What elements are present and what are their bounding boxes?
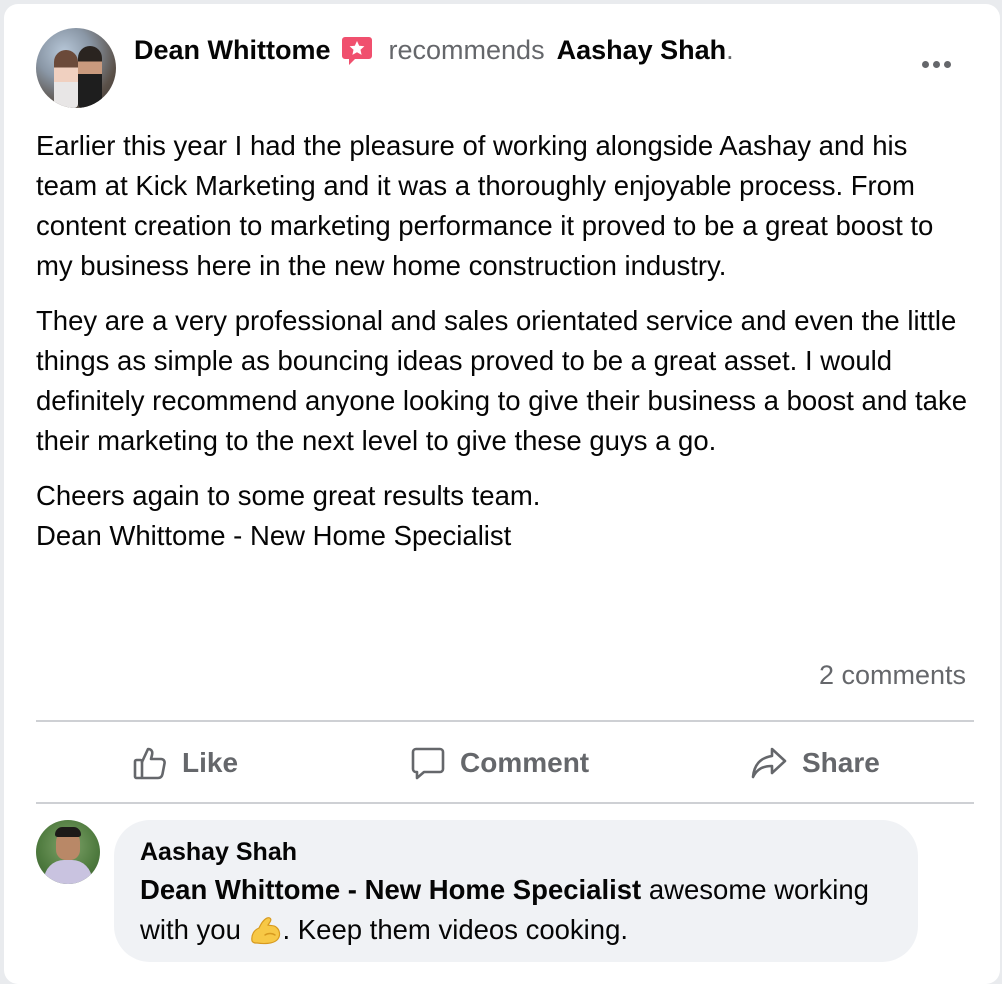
share-arrow-icon bbox=[750, 745, 788, 781]
post-signature: Dean Whittome - New Home Specialist bbox=[36, 520, 512, 551]
author-avatar[interactable] bbox=[36, 28, 116, 108]
header-period: . bbox=[726, 34, 734, 65]
divider bbox=[36, 720, 974, 722]
commenter-name[interactable]: Aashay Shah bbox=[140, 838, 297, 867]
post-header: Dean Whittome recommends Aashay Shah . bbox=[134, 30, 734, 70]
recommends-label: recommends bbox=[388, 34, 545, 65]
thumbs-up-icon bbox=[132, 745, 168, 781]
comment-label: Comment bbox=[460, 747, 590, 778]
author-name[interactable]: Dean Whittome bbox=[134, 35, 331, 66]
like-label: Like bbox=[182, 747, 239, 778]
comment-bubble: Aashay Shah Dean Whittome - New Home Spe… bbox=[114, 820, 918, 962]
recommend-star-icon bbox=[341, 35, 373, 65]
post-paragraph-1: Earlier this year I had the pleasure of … bbox=[36, 130, 934, 281]
share-button[interactable]: Share bbox=[750, 742, 880, 784]
commenter-avatar[interactable] bbox=[36, 820, 100, 884]
post-paragraph-2: They are a very professional and sales o… bbox=[36, 305, 967, 456]
comment-text: Dean Whittome - New Home Specialist awes… bbox=[140, 870, 880, 950]
share-label: Share bbox=[802, 747, 880, 778]
comment-text-part-2: . Keep them videos cooking. bbox=[282, 914, 629, 945]
recommended-page-name[interactable]: Aashay Shah bbox=[557, 35, 727, 66]
post-card: Dean Whittome recommends Aashay Shah . E… bbox=[4, 4, 1000, 984]
flexed-biceps-emoji bbox=[249, 915, 283, 945]
comment-bubble-icon bbox=[410, 745, 446, 781]
post-body: Earlier this year I had the pleasure of … bbox=[36, 126, 976, 556]
post-actions-bar: Like Comment Share bbox=[36, 724, 974, 802]
post-closing-line: Cheers again to some great results team. bbox=[36, 480, 541, 511]
comment-button[interactable]: Comment bbox=[410, 742, 589, 784]
more-options-icon[interactable] bbox=[916, 52, 956, 76]
comment-mention[interactable]: Dean Whittome - New Home Specialist bbox=[140, 874, 641, 905]
comments-count-link[interactable]: 2 comments bbox=[819, 660, 966, 691]
divider bbox=[36, 802, 974, 804]
like-button[interactable]: Like bbox=[132, 742, 238, 784]
